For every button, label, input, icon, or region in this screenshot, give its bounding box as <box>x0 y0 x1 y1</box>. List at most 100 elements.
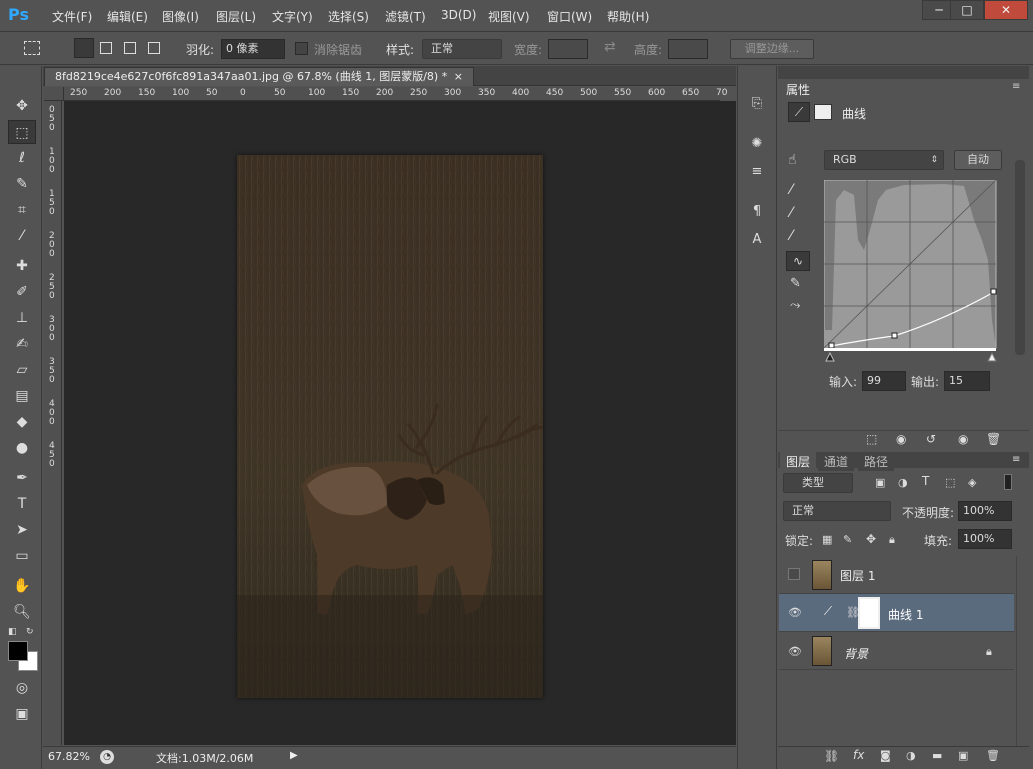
tab-close-icon[interactable]: × <box>454 68 463 85</box>
clone-stamp-icon[interactable]: ⊥ <box>8 306 36 330</box>
antialias-checkbox[interactable] <box>295 42 308 55</box>
gradient-tool-icon[interactable]: ▤ <box>8 384 36 408</box>
tab-paths[interactable]: 路径 <box>858 452 895 471</box>
eraser-tool-icon[interactable]: ▱ <box>8 358 36 382</box>
tab-channels[interactable]: 通道 <box>818 452 855 471</box>
new-adjustment-icon[interactable]: ◑ <box>906 749 916 762</box>
document-tab[interactable]: 8fd8219ce4e627c0f6fc891a347aa01.jpg @ 67… <box>44 67 474 86</box>
menu-select[interactable]: 选择(S) <box>328 8 369 25</box>
status-menu-arrow-icon[interactable]: ▶ <box>290 750 298 761</box>
layer-style-icon[interactable]: fx <box>853 748 864 762</box>
tab-layers[interactable]: 图层 <box>780 452 817 471</box>
filter-smart-icon[interactable]: ◈ <box>968 476 976 489</box>
paragraph-panel-icon[interactable]: ¶ <box>747 202 767 222</box>
filter-type-icon[interactable]: T <box>922 474 929 488</box>
tab-properties[interactable]: 属性 <box>780 79 817 100</box>
background-visibility-eye-icon[interactable]: 👁︎ <box>788 645 802 658</box>
filter-toggle[interactable] <box>1004 474 1012 490</box>
sample-gray-icon[interactable]: ⁄ <box>790 205 792 221</box>
sample-black-icon[interactable]: ⁄ <box>790 182 792 198</box>
history-panel-icon[interactable]: ⎘ <box>747 94 767 114</box>
layer-mask-icon[interactable] <box>814 104 832 120</box>
sample-white-icon[interactable]: ⁄ <box>790 228 792 244</box>
marquee-tool-icon[interactable]: ⬚ <box>8 120 36 144</box>
quick-mask-icon[interactable]: ◎ <box>8 676 36 700</box>
delete-adjustment-icon[interactable]: 🗑︎ <box>986 432 1001 446</box>
quick-select-tool-icon[interactable]: ✎ <box>8 172 36 196</box>
lock-all-icon[interactable]: 🔒︎ <box>889 533 895 547</box>
close-window-button[interactable]: ✕ <box>984 0 1028 20</box>
hand-tool-icon[interactable]: ✋ <box>8 574 36 598</box>
new-group-icon[interactable]: ▬ <box>932 749 942 762</box>
menu-edit[interactable]: 编辑(E) <box>107 8 148 25</box>
properties-scrollbar[interactable] <box>1015 160 1025 355</box>
output-value-field[interactable]: 15 <box>944 371 990 391</box>
blend-mode-select[interactable]: 正常 <box>783 501 891 521</box>
layer1-visibility-toggle[interactable] <box>788 568 800 580</box>
opacity-input[interactable]: 100% <box>958 501 1012 521</box>
lasso-tool-icon[interactable]: ℓ <box>8 146 36 170</box>
panel-menu-icon[interactable]: ≡ <box>1012 81 1020 92</box>
menu-image[interactable]: 图像(I) <box>162 8 199 25</box>
add-mask-icon[interactable]: ◙ <box>880 749 891 762</box>
filter-pixel-icon[interactable]: ▣ <box>875 476 885 489</box>
curves1-mask-thumbnail[interactable] <box>858 597 880 629</box>
clip-to-layer-icon[interactable]: ⬚ <box>866 432 877 446</box>
crop-tool-icon[interactable]: ⌗ <box>8 198 36 222</box>
menu-window[interactable]: 窗口(W) <box>547 8 592 25</box>
screen-mode-icon[interactable]: ▣ <box>8 702 36 726</box>
pencil-curve-icon[interactable]: ✎ <box>790 276 801 291</box>
filter-adjustment-icon[interactable]: ◑ <box>898 476 908 489</box>
maximize-button[interactable]: □ <box>950 0 984 20</box>
reset-colors-icon[interactable]: ◧ <box>8 627 17 637</box>
eyedropper-tool-icon[interactable]: ⁄ <box>8 224 36 248</box>
smooth-curve-icon[interactable]: ⤳ <box>790 298 800 313</box>
auto-button[interactable]: 自动 <box>954 150 1002 170</box>
curves1-name[interactable]: 曲线 1 <box>888 606 923 623</box>
menu-layer[interactable]: 图层(L) <box>216 8 256 25</box>
status-info-icon[interactable]: ◔ <box>100 750 114 764</box>
delete-layer-icon[interactable]: 🗑︎ <box>986 749 1000 762</box>
link-layers-icon[interactable]: ⛓︎ <box>824 749 839 763</box>
brush-tool-icon[interactable]: ✐ <box>8 280 36 304</box>
filter-shape-icon[interactable]: ⬚ <box>945 476 955 489</box>
pen-tool-icon[interactable]: ✒ <box>8 466 36 490</box>
curves-graph[interactable] <box>824 180 998 362</box>
menu-filter[interactable]: 滤镜(T) <box>385 8 426 25</box>
intersect-selection-icon[interactable] <box>148 42 160 54</box>
style-select[interactable]: 正常 <box>422 39 502 59</box>
feather-input[interactable]: 0 像素 <box>221 39 285 59</box>
reset-icon[interactable]: ↺ <box>926 432 936 446</box>
filter-kind-select[interactable]: 类型 <box>783 473 853 493</box>
character-panel-icon[interactable]: A <box>747 230 767 250</box>
new-selection-icon[interactable] <box>74 38 94 58</box>
zoom-tool-icon[interactable]: 🔍︎ <box>8 600 36 624</box>
visibility-toggle-icon[interactable]: ◉ <box>958 432 968 446</box>
input-value-field[interactable]: 99 <box>862 371 906 391</box>
brush-presets-icon[interactable]: ✺ <box>747 134 767 154</box>
layer1-name[interactable]: 图层 1 <box>840 567 875 584</box>
lock-position-icon[interactable]: ✥ <box>866 532 876 546</box>
type-tool-icon[interactable]: T <box>8 492 36 516</box>
swap-icon[interactable]: ⇄ <box>604 39 616 55</box>
curve-edit-icon[interactable]: ∿ <box>786 251 810 271</box>
layers-menu-icon[interactable]: ≡ <box>1012 454 1020 465</box>
refine-edge-button[interactable]: 调整边缘... <box>730 39 814 59</box>
zoom-level[interactable]: 67.82% <box>48 750 90 763</box>
menu-view[interactable]: 视图(V) <box>488 8 530 25</box>
targeted-adjust-icon[interactable]: ☝ <box>788 152 797 168</box>
lock-transparent-icon[interactable]: ▦ <box>822 533 832 546</box>
subtract-selection-icon[interactable] <box>124 42 136 54</box>
add-selection-icon[interactable] <box>100 42 112 54</box>
history-brush-icon[interactable]: ✍ <box>8 332 36 356</box>
swap-colors-icon[interactable]: ↻ <box>26 627 34 637</box>
menu-3d[interactable]: 3D(D) <box>441 8 476 22</box>
view-previous-icon[interactable]: ◉ <box>896 432 906 446</box>
channel-select[interactable]: RGB ⇕ <box>824 150 944 170</box>
dodge-tool-icon[interactable]: ● <box>8 436 36 460</box>
marquee-preset-icon[interactable] <box>24 41 40 55</box>
shape-tool-icon[interactable]: ▭ <box>8 544 36 568</box>
move-tool-icon[interactable]: ✥ <box>8 94 36 118</box>
document-image[interactable] <box>237 155 543 698</box>
ruler-origin[interactable] <box>44 87 64 101</box>
